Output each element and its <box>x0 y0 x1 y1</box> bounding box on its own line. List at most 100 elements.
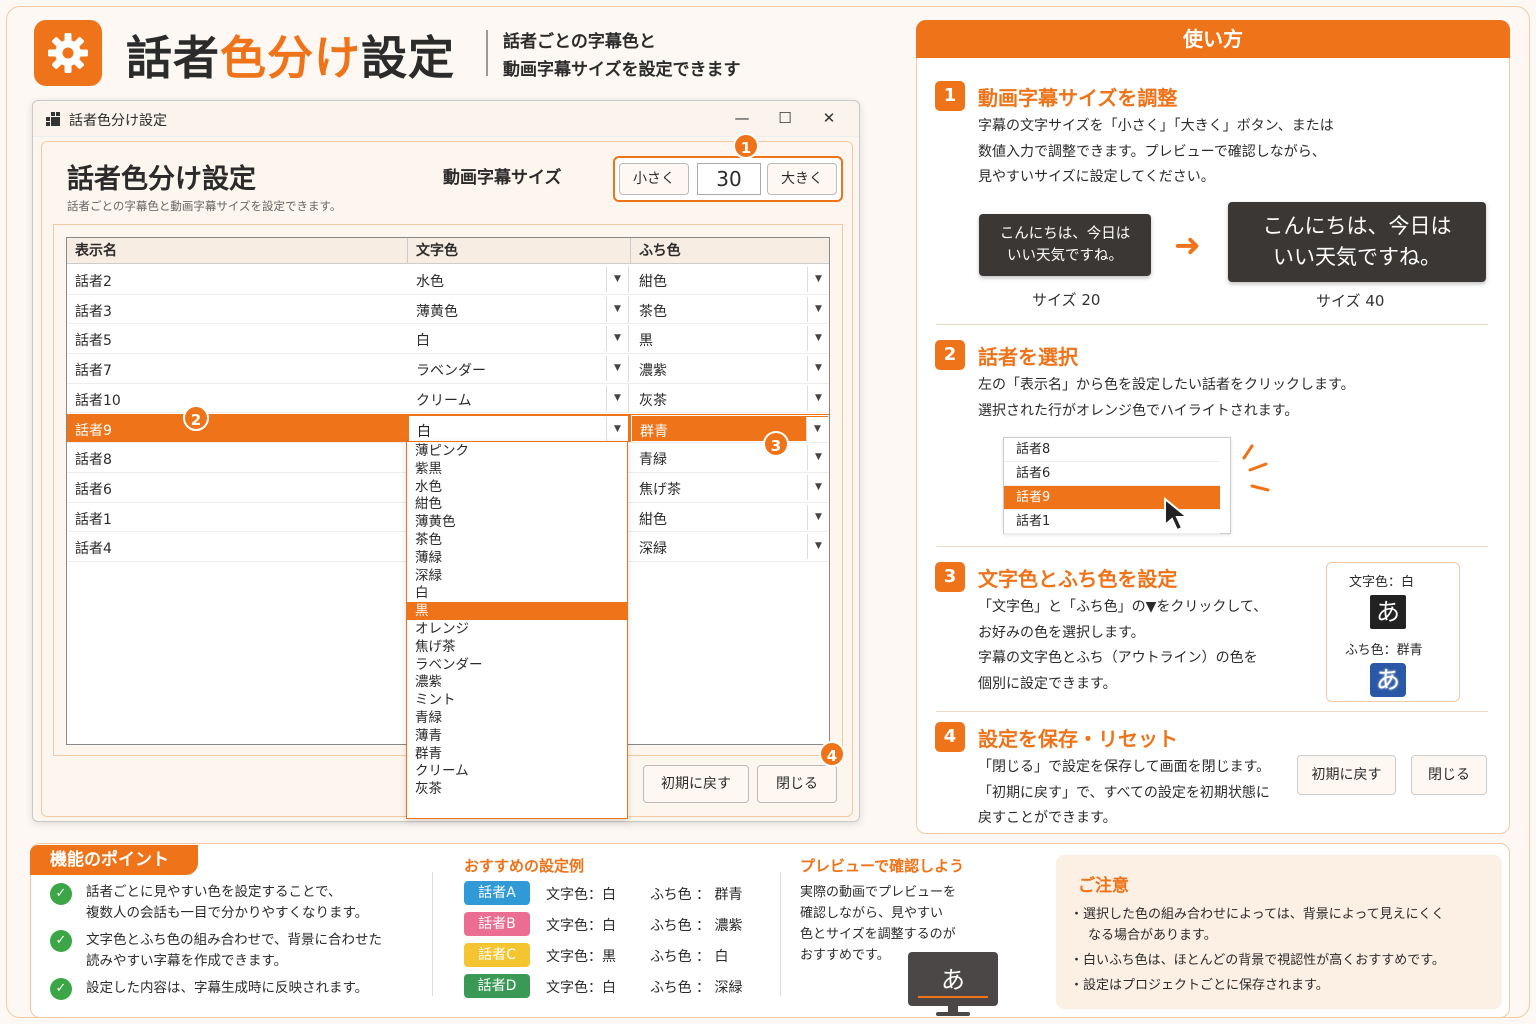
table-row[interactable]: 話者3 薄黄色 ▼ 茶色 ▼ <box>67 295 829 325</box>
text-color-select[interactable]: 薄黄色 ▼ <box>408 295 629 323</box>
table-row[interactable]: 話者7 ラベンダー ▼ 濃紫 ▼ <box>67 354 829 384</box>
edge-color-select[interactable]: 濃紫 ▼ <box>631 355 829 382</box>
dropdown-option[interactable]: 水色 <box>407 478 627 496</box>
close-window-button[interactable]: ✕ <box>814 107 844 131</box>
edge-color-select[interactable]: 群青 ▼ <box>631 414 829 442</box>
dropdown-option[interactable]: 灰茶 <box>407 780 627 798</box>
maximize-button[interactable]: ☐ <box>770 107 800 131</box>
desc-line: 字幕の文字サイズを「小さく」「大きく」ボタン、または <box>978 118 1334 134</box>
dropdown-option[interactable]: 薄黄色 <box>407 513 627 531</box>
edge-color-value: 黒 <box>639 333 653 350</box>
check-icon: ✓ <box>50 930 72 952</box>
bullet: ・ <box>1070 953 1084 968</box>
close-button[interactable]: 閉じる <box>757 765 837 803</box>
caret-down-icon[interactable]: ▼ <box>807 534 829 560</box>
speaker-tag: 話者B <box>464 912 530 936</box>
edge-color-select[interactable]: 黒 ▼ <box>631 325 829 352</box>
reset-button[interactable]: 初期に戻す <box>643 765 749 803</box>
divider <box>936 324 1488 325</box>
preview-line: いい天気ですね。 <box>1007 248 1123 264</box>
caret-down-icon[interactable]: ▼ <box>606 416 628 442</box>
caret-down-icon[interactable]: ▼ <box>807 504 829 530</box>
dropdown-option[interactable]: 薄緑 <box>407 549 627 567</box>
caret-down-icon[interactable]: ▼ <box>807 296 829 322</box>
dropdown-option[interactable]: 茶色 <box>407 531 627 549</box>
desc-line: 左の「表示名」から色を設定したい話者をクリックします。 <box>978 377 1355 393</box>
tip-line: 色とサイズを調整するのが <box>800 927 956 942</box>
text-color-select[interactable]: 白 ▼ <box>408 325 629 353</box>
column-header-edge-color[interactable]: ふち色 <box>631 238 829 264</box>
step4-description: 「閉じる」で設定を保存して画面を閉じます。 「初期に戻す」で、すべての設定を初期… <box>978 755 1270 832</box>
dropdown-option[interactable]: 群青 <box>407 745 627 763</box>
dropdown-option[interactable]: 薄ピンク <box>407 442 627 460</box>
dropdown-option[interactable]: 薄青 <box>407 727 627 745</box>
text-color-value: クリーム <box>416 392 472 409</box>
text-color-select[interactable]: 水色 ▼ <box>408 266 629 293</box>
smaller-button[interactable]: 小さく <box>619 163 689 195</box>
column-header-name[interactable]: 表示名 <box>67 238 408 264</box>
example-text-color: 文字色：白 <box>546 887 616 903</box>
table-row[interactable]: 話者2 水色 ▼ 紺色 ▼ <box>67 265 829 295</box>
dropdown-option[interactable]: 紺色 <box>407 495 627 513</box>
caret-down-icon[interactable]: ▼ <box>807 385 829 411</box>
caution-item: ・選択した色の組み合わせによっては、背景によって見えにくく なる場合があります。 <box>1070 904 1444 946</box>
edge-color-value: 焦げ茶 <box>639 481 681 498</box>
caret-down-icon[interactable]: ▼ <box>606 385 628 411</box>
edge-color-select[interactable]: 紺色 ▼ <box>631 266 829 293</box>
divider <box>936 711 1488 712</box>
edge-color-value: 茶色 <box>639 303 667 320</box>
step2-description: 左の「表示名」から色を設定したい話者をクリックします。 選択された行がオレンジ色… <box>978 373 1355 424</box>
dropdown-option[interactable]: 濃紫 <box>407 673 627 691</box>
table-row[interactable]: 話者10 クリーム ▼ 灰茶 ▼ <box>67 384 829 414</box>
text-color-select[interactable]: クリーム ▼ <box>408 384 629 412</box>
arrow-right-icon: ➜ <box>1174 226 1201 264</box>
caret-down-icon[interactable]: ▼ <box>606 267 628 292</box>
dropdown-option[interactable]: オレンジ <box>407 620 627 638</box>
speaker-name: 話者8 <box>75 452 112 469</box>
text-color-select[interactable]: 白 ▼ <box>408 414 629 442</box>
table-row[interactable]: 話者5 白 ▼ 黒 ▼ <box>67 324 829 355</box>
dropdown-option[interactable]: ラベンダー <box>407 656 627 674</box>
points-title: 機能のポイント <box>30 845 198 875</box>
speaker-name: 話者10 <box>75 392 121 409</box>
edge-color-select[interactable]: 青緑 ▼ <box>631 444 829 471</box>
caret-down-icon[interactable]: ▼ <box>807 474 829 500</box>
preview-line: こんにちは、今日は <box>1262 214 1452 238</box>
speaker-tag: 話者C <box>464 943 530 967</box>
desc-line: 数値入力で調整できます。プレビューで確認しながら、 <box>978 143 1326 160</box>
caret-down-icon[interactable]: ▼ <box>606 296 628 322</box>
dropdown-option[interactable]: 紫黒 <box>407 460 627 478</box>
caret-down-icon[interactable]: ▼ <box>807 445 829 471</box>
caret-down-icon[interactable]: ▼ <box>606 356 628 382</box>
dropdown-option[interactable]: 黒 <box>407 602 627 620</box>
table-row-selected[interactable]: 話者9 白 ▼ 群青 ▼ <box>67 413 829 444</box>
check-icon: ✓ <box>50 883 72 905</box>
edge-color-select[interactable]: 焦げ茶 ▼ <box>631 474 829 501</box>
text-color-select[interactable]: ラベンダー ▼ <box>408 355 629 383</box>
column-header-text-color[interactable]: 文字色 <box>408 238 631 264</box>
dropdown-option[interactable]: ミント <box>407 691 627 709</box>
gear-icon <box>34 20 102 86</box>
dropdown-option[interactable]: 深緑 <box>407 567 627 585</box>
caret-down-icon[interactable]: ▼ <box>606 326 628 352</box>
caret-down-icon[interactable]: ▼ <box>807 267 829 292</box>
edge-color-select[interactable]: 灰茶 ▼ <box>631 385 829 412</box>
dropdown-option[interactable]: クリーム <box>407 762 627 780</box>
minimize-button[interactable]: — <box>727 107 757 131</box>
point-line: 設定した内容は、字幕生成時に反映されます。 <box>86 980 369 996</box>
caret-down-icon[interactable]: ▼ <box>806 416 828 442</box>
edge-color-select[interactable]: 深緑 ▼ <box>631 533 829 560</box>
callout-badge-1: 1 <box>733 133 759 159</box>
caret-down-icon[interactable]: ▼ <box>807 356 829 382</box>
caution-line: 設定はプロジェクトごとに保存されます。 <box>1083 978 1329 993</box>
dropdown-option[interactable]: 白 <box>407 584 627 602</box>
edge-color-select[interactable]: 茶色 ▼ <box>631 296 829 323</box>
preview-line: いい天気ですね。 <box>1273 245 1441 269</box>
edge-color-select[interactable]: 紺色 ▼ <box>631 504 829 531</box>
speaker-name: 話者2 <box>75 274 112 290</box>
larger-button[interactable]: 大きく <box>767 163 837 195</box>
caret-down-icon[interactable]: ▼ <box>807 326 829 352</box>
dropdown-option[interactable]: 青緑 <box>407 709 627 727</box>
size-input[interactable]: 30 <box>697 163 761 195</box>
dropdown-option[interactable]: 焦げ茶 <box>407 638 627 656</box>
